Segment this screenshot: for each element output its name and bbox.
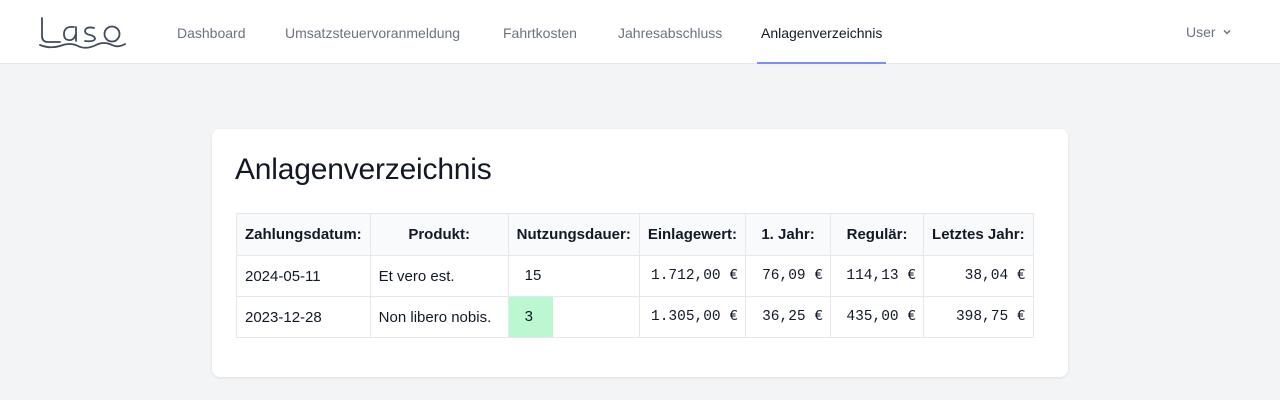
cell-einlagewert: 1.712,00 € [638, 255, 747, 297]
column-header-erstes-jahr: 1. Jahr: [745, 213, 832, 256]
top-navigation-bar: Dashboard Umsatzsteuervoranmeldung Fahrt… [0, 0, 1280, 64]
cell-nutzungsdauer: 15 [507, 255, 640, 297]
chevron-down-icon [1223, 29, 1231, 35]
nav-item-label: Umsatzsteuervoranmeldung [285, 25, 461, 41]
laso-logo[interactable] [38, 14, 128, 50]
cell-zahlungsdatum: 2024-05-11 [236, 255, 371, 297]
nav-item-label: Jahresabschluss [618, 25, 723, 41]
table-row: 2024-05-11 Et vero est. 15 1.712,00 € 76… [236, 255, 1034, 297]
cell-regulaer: 114,13 € [830, 255, 925, 297]
cell-letztes-jahr: 38,04 € [923, 255, 1034, 297]
nav-item-label: Fahrtkosten [503, 25, 577, 41]
nutzungsdauer-value: 15 [524, 267, 542, 284]
asset-table: Zahlungsdatum: Produkt: Nutzungsdauer: E… [236, 213, 1034, 338]
nav-item-label: Dashboard [177, 25, 246, 41]
table-row: 2023-12-28 Non libero nobis. 3 1.305,00 … [236, 296, 1034, 338]
nav-item-anlagenverzeichnis[interactable]: Anlagenverzeichnis [757, 0, 887, 64]
user-menu-label: User [1186, 24, 1216, 40]
nutzungsdauer-value: 3 [508, 297, 553, 337]
nav-item-umsatzsteuervoranmeldung[interactable]: Umsatzsteuervoranmeldung [285, 0, 460, 64]
cell-erstes-jahr: 36,25 € [745, 296, 832, 338]
page-title: Anlagenverzeichnis [235, 153, 492, 186]
cell-regulaer: 435,00 € [830, 296, 925, 338]
cell-letztes-jahr: 398,75 € [923, 296, 1034, 338]
user-menu[interactable]: User [1186, 0, 1232, 64]
nav-item-jahresabschluss[interactable]: Jahresabschluss [618, 0, 722, 64]
cell-produkt: Non libero nobis. [369, 296, 509, 338]
cell-zahlungsdatum: 2023-12-28 [236, 296, 371, 338]
column-header-zahlungsdatum: Zahlungsdatum: [236, 213, 371, 256]
asset-register-card: Anlagenverzeichnis Zahlungsdatum: Produk… [212, 129, 1068, 377]
cell-produkt: Et vero est. [369, 255, 509, 297]
column-header-regulaer: Regulär: [830, 213, 925, 256]
cell-nutzungsdauer: 3 [507, 296, 640, 338]
column-header-einlagewert: Einlagewert: [638, 213, 747, 256]
table-header-row: Zahlungsdatum: Produkt: Nutzungsdauer: E… [236, 213, 1034, 256]
column-header-letztes-jahr: Letztes Jahr: [923, 213, 1034, 256]
column-header-produkt: Produkt: [369, 213, 509, 256]
cell-einlagewert: 1.305,00 € [638, 296, 747, 338]
nav-item-label: Anlagenverzeichnis [761, 25, 883, 41]
column-header-nutzungsdauer: Nutzungsdauer: [507, 213, 640, 256]
nav-item-fahrtkosten[interactable]: Fahrtkosten [503, 0, 577, 64]
cell-erstes-jahr: 76,09 € [745, 255, 832, 297]
nav-item-dashboard[interactable]: Dashboard [177, 0, 246, 64]
